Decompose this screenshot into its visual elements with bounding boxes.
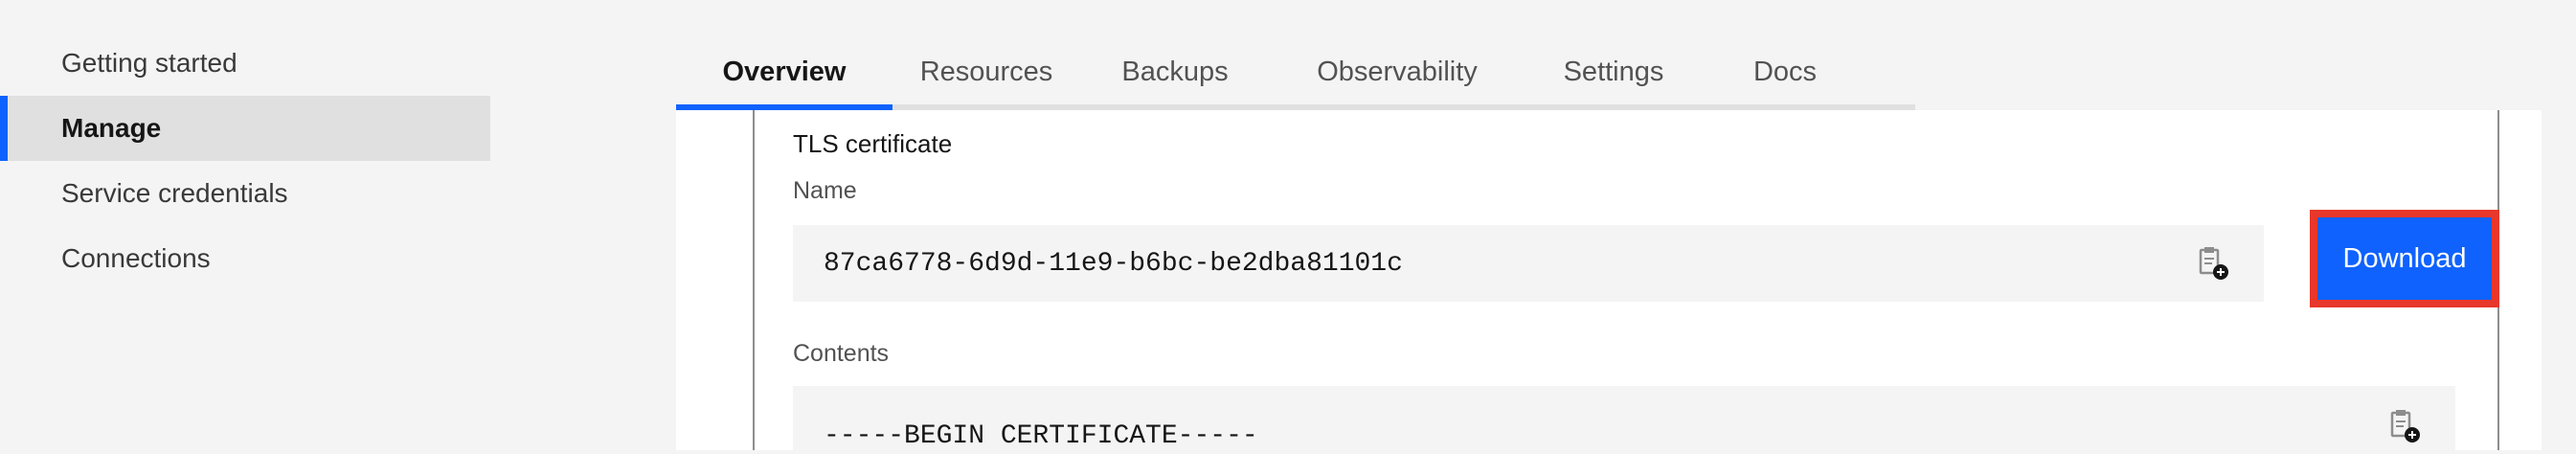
- tab-overview[interactable]: Overview: [676, 34, 893, 110]
- tab-backups[interactable]: Backups: [1080, 34, 1270, 110]
- tab-settings[interactable]: Settings: [1525, 34, 1703, 110]
- tab-resources[interactable]: Resources: [893, 34, 1080, 110]
- tab-observability[interactable]: Observability: [1270, 34, 1525, 110]
- sidebar-item-getting-started[interactable]: Getting started: [0, 31, 490, 96]
- copy-to-clipboard-icon[interactable]: [2195, 244, 2233, 283]
- sidebar-item-label: Service credentials: [61, 178, 288, 208]
- download-button-highlight: Download: [2310, 210, 2499, 307]
- tab-label: Docs: [1752, 57, 1818, 87]
- tab-bar: Overview Resources Backups Observability…: [676, 34, 1915, 110]
- tab-label: Resources: [919, 57, 1053, 87]
- certificate-contents-value: -----BEGIN CERTIFICATE-----: [824, 421, 1258, 451]
- sidebar-item-service-credentials[interactable]: Service credentials: [0, 161, 490, 226]
- copy-to-clipboard-icon[interactable]: [2386, 407, 2425, 445]
- sidebar-item-manage[interactable]: Manage: [0, 96, 490, 161]
- sidebar-item-label: Connections: [61, 243, 211, 273]
- sidebar-item-label: Manage: [61, 113, 162, 143]
- scrollbar[interactable]: [2542, 110, 2576, 450]
- contents-field-label: Contents: [793, 340, 890, 367]
- sidebar: Getting started Manage Service credentia…: [0, 0, 490, 450]
- panel-title: TLS certificate: [793, 129, 953, 158]
- tab-label: Backups: [1121, 57, 1229, 87]
- tab-label: Observability: [1317, 57, 1478, 87]
- download-button[interactable]: Download: [2317, 217, 2492, 300]
- sidebar-item-label: Getting started: [61, 48, 237, 78]
- sidebar-item-connections[interactable]: Connections: [0, 226, 490, 291]
- tab-label: Settings: [1563, 57, 1664, 87]
- tls-certificate-panel: TLS certificate Name 87ca6778-6d9d-11e9-…: [753, 110, 2499, 453]
- tab-docs[interactable]: Docs: [1703, 34, 1867, 110]
- certificate-name-field[interactable]: 87ca6778-6d9d-11e9-b6bc-be2dba81101c: [793, 225, 2264, 302]
- name-field-label: Name: [793, 177, 857, 204]
- certificate-name-value: 87ca6778-6d9d-11e9-b6bc-be2dba81101c: [824, 248, 1403, 279]
- certificate-contents-field[interactable]: -----BEGIN CERTIFICATE-----: [793, 386, 2455, 453]
- main-content: Overview Resources Backups Observability…: [676, 0, 2576, 453]
- tab-label: Overview: [722, 57, 847, 87]
